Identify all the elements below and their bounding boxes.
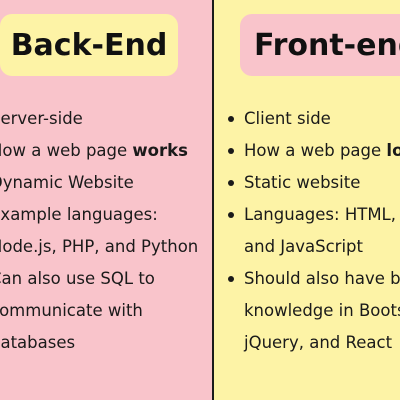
list-item: Server-side bbox=[0, 109, 83, 128]
list-item: How a web page looks bbox=[228, 135, 400, 167]
bullet-icon bbox=[228, 180, 234, 186]
list-item: Dynamic Website bbox=[0, 173, 134, 192]
back-end-title: Back-End bbox=[0, 14, 178, 76]
list-item: Languages: HTML, CSS,and JavaScript bbox=[228, 199, 400, 263]
bullet-icon bbox=[228, 276, 234, 282]
back-end-panel: Back-End Server-side How a web page work… bbox=[0, 0, 212, 400]
front-end-list: Client side How a web page looks Static … bbox=[228, 103, 400, 359]
list-item: Client side bbox=[228, 103, 400, 135]
list-item: How a web page works bbox=[0, 141, 188, 160]
bullet-icon bbox=[228, 212, 234, 218]
bullet-icon bbox=[228, 116, 234, 122]
front-end-title: Front-end bbox=[240, 14, 400, 76]
front-end-panel: Front-end Client side How a web page loo… bbox=[214, 0, 400, 400]
list-item: Example languages: Node.js, PHP, and Pyth… bbox=[0, 205, 199, 256]
back-end-list: Server-side How a web page works Dynamic… bbox=[0, 103, 198, 359]
emphasis-looks: looks bbox=[386, 141, 400, 160]
bullet-icon bbox=[228, 148, 234, 154]
list-item: Can also use SQL tocommunicate withdatab… bbox=[0, 269, 155, 352]
list-item: Static website bbox=[228, 167, 400, 199]
list-item: Should also have basicknowledge in Boots… bbox=[228, 263, 400, 359]
emphasis-works: works bbox=[132, 141, 188, 160]
